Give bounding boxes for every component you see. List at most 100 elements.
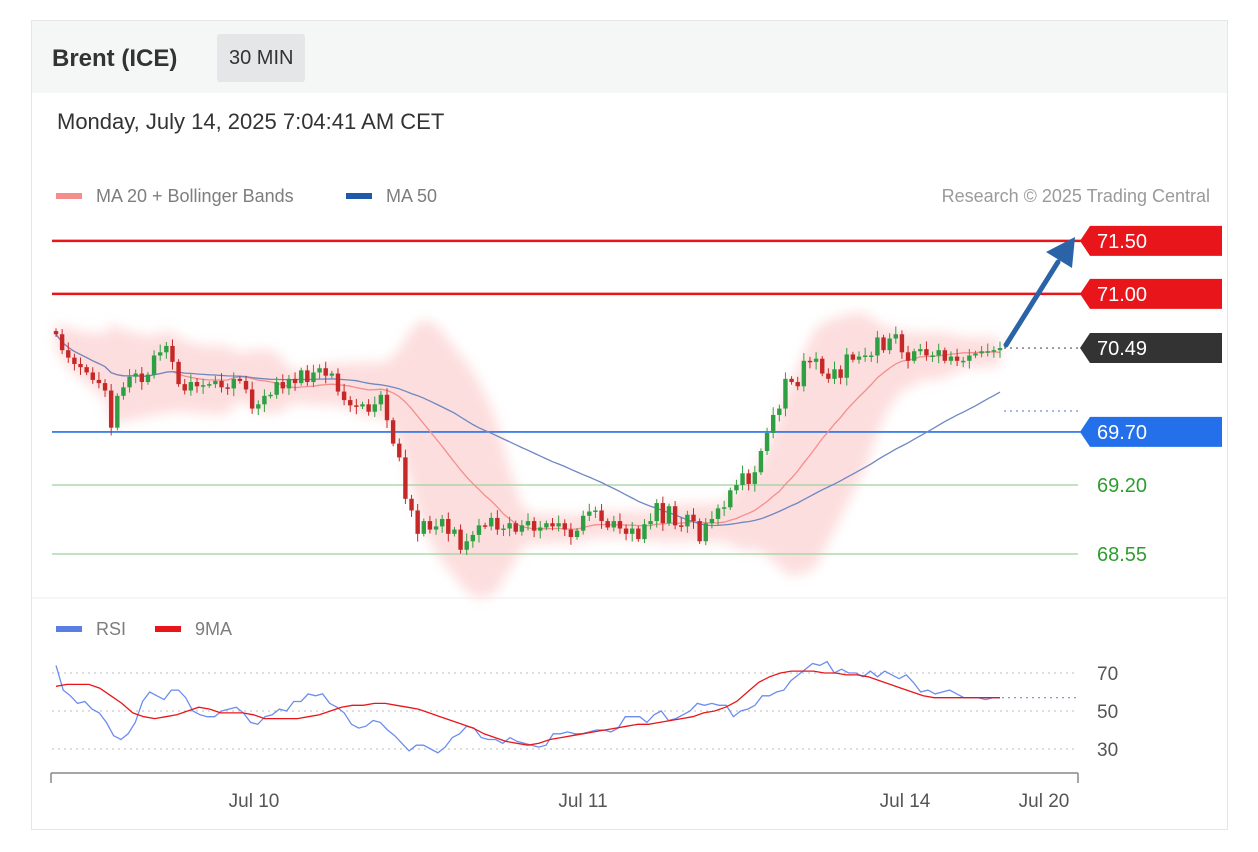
- candle-body: [446, 518, 451, 534]
- candle-body: [525, 521, 531, 526]
- candle-body: [268, 394, 273, 397]
- candle-body: [243, 380, 249, 390]
- candle-body: [813, 358, 819, 362]
- candle-body: [654, 503, 659, 522]
- candle-body: [225, 387, 230, 389]
- candle-body: [636, 528, 641, 540]
- candle-body: [145, 374, 151, 383]
- candle-body: [286, 378, 292, 389]
- candle-body: [274, 382, 279, 395]
- candle-body: [752, 472, 758, 484]
- candle-body: [115, 395, 120, 428]
- candle-body: [256, 404, 261, 409]
- candle-body: [942, 350, 948, 361]
- candle-body: [918, 349, 923, 352]
- candle-body: [593, 510, 598, 512]
- legend-rsi-label: RSI: [96, 619, 126, 639]
- candle-body: [770, 414, 776, 433]
- candle-body: [715, 508, 721, 519]
- candle-body: [133, 373, 138, 377]
- candle-body: [531, 521, 537, 531]
- candle-body: [360, 404, 365, 407]
- candle-body: [648, 521, 653, 525]
- candle-body: [924, 349, 929, 356]
- candle-body: [397, 443, 402, 458]
- candle-body: [685, 514, 690, 527]
- candle-body: [623, 528, 629, 534]
- candle-body: [108, 390, 114, 428]
- candle-body: [789, 378, 794, 383]
- candle-body: [59, 334, 65, 351]
- candle-body: [746, 473, 751, 484]
- candle-body: [439, 518, 445, 527]
- candle-body: [617, 521, 623, 529]
- projection-arrow: [1003, 237, 1075, 348]
- candle-body: [672, 506, 678, 526]
- candle-body: [538, 527, 543, 531]
- candle-body: [354, 405, 359, 407]
- level-label: 69.20: [1097, 475, 1147, 497]
- candle-body: [470, 534, 476, 542]
- candle-body: [562, 523, 567, 530]
- candle-body: [856, 356, 862, 360]
- candle-body: [948, 356, 954, 361]
- candle-body: [102, 383, 108, 391]
- candle-body: [728, 490, 733, 508]
- candle-body: [893, 334, 898, 339]
- candle-body: [348, 400, 353, 406]
- candle-body: [335, 373, 341, 392]
- candle-body: [305, 370, 310, 383]
- rsi-level-label: 70: [1097, 664, 1118, 685]
- candle-body: [679, 525, 684, 527]
- candle-body: [985, 351, 990, 353]
- candle-body: [200, 385, 206, 387]
- candle-body: [801, 360, 807, 387]
- candle-body: [317, 368, 322, 373]
- candle-body: [973, 353, 978, 356]
- legend-ma50-label: MA 50: [386, 186, 437, 206]
- candle-body: [832, 369, 837, 379]
- candle-body: [329, 373, 335, 376]
- candle-body: [899, 334, 905, 353]
- level-tag-label: 70.49: [1097, 338, 1147, 360]
- candle-body: [587, 511, 592, 516]
- rsi-level-label: 50: [1097, 702, 1118, 723]
- candle-body: [188, 382, 194, 391]
- candle-body: [599, 510, 604, 522]
- legend-ma50-swatch: [346, 193, 372, 199]
- price-chart: MA 20 + Bollinger Bands MA 50 Research ©…: [32, 186, 1227, 812]
- candle-body: [262, 395, 267, 405]
- candle-body: [642, 524, 647, 540]
- candle-body: [219, 380, 224, 388]
- candle-body: [574, 530, 580, 538]
- candle-body: [213, 380, 218, 385]
- candle-body: [721, 507, 727, 509]
- candle-body: [544, 523, 549, 528]
- candle-body: [292, 378, 298, 384]
- x-tick-label: Jul 11: [558, 791, 607, 812]
- candle-body: [740, 473, 745, 485]
- candle-body: [409, 498, 414, 511]
- candle-body: [850, 354, 856, 360]
- candle-body: [158, 352, 163, 356]
- candle-body: [78, 363, 83, 368]
- candle-body: [476, 525, 482, 535]
- candle-body: [298, 370, 304, 384]
- candle-body: [611, 521, 617, 528]
- candle-body: [127, 376, 132, 388]
- candle-body: [311, 372, 316, 383]
- candle-body: [421, 521, 426, 534]
- legend-9ma-swatch: [155, 626, 181, 632]
- candle-body: [758, 451, 764, 473]
- rsi-ma-line: [55, 670, 1000, 746]
- candle-body: [182, 384, 187, 391]
- candle-body: [415, 510, 420, 534]
- candle-body: [930, 355, 935, 357]
- candle-body: [887, 338, 892, 351]
- candle-body: [777, 408, 782, 415]
- candle-body: [826, 373, 831, 379]
- candle-body: [954, 356, 960, 361]
- candle-body: [427, 521, 433, 530]
- candle-body: [458, 529, 463, 550]
- level-label: 68.55: [1097, 544, 1147, 566]
